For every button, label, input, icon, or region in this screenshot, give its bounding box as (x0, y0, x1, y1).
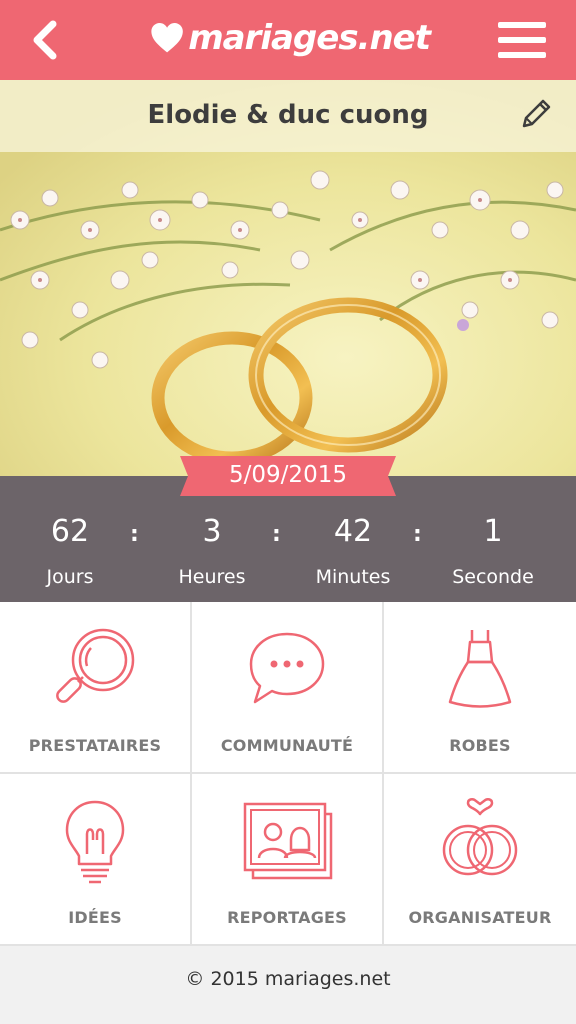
countdown-days-label: Jours (46, 566, 94, 588)
wedding-rings-icon (432, 794, 528, 890)
menu-tile-organisateur[interactable]: ORGANISATEUR (384, 774, 576, 946)
countdown-seconds-label: Seconde (452, 566, 534, 588)
countdown-separator: : (413, 522, 422, 547)
pencil-icon (522, 99, 551, 128)
countdown-hours: 3 Heures (142, 512, 282, 588)
menu-tile-reportages[interactable]: REPORTAGES (192, 774, 384, 946)
menu-tile-label: IDÉES (68, 908, 122, 927)
copyright-text: © 2015 mariages.net (185, 968, 391, 990)
countdown-minutes-value: 42 (333, 514, 373, 549)
edit-button[interactable] (518, 96, 554, 132)
menu-tile-label: ROBES (449, 736, 511, 755)
menu-tile-label: COMMUNAUTÉ (220, 736, 354, 755)
menu-tile-label: REPORTAGES (227, 908, 347, 927)
countdown-minutes-label: Minutes (315, 566, 391, 588)
couple-name: Elodie & duc cuong (147, 100, 429, 130)
menu-tile-label: ORGANISATEUR (408, 908, 552, 927)
photo-album-icon (239, 794, 335, 890)
chevron-left-icon (33, 20, 57, 60)
hero-photo: Elodie & duc cuong (0, 80, 576, 476)
chat-bubble-icon (239, 622, 335, 718)
wedding-date: 5/09/2015 (229, 462, 347, 488)
countdown-separator: : (272, 522, 281, 547)
lightbulb-icon (47, 794, 143, 890)
dress-icon (432, 622, 528, 718)
countdown-seconds: 1 Seconde (423, 512, 563, 588)
heart-icon (151, 22, 183, 53)
menu-tile-label: PRESTATAIRES (28, 736, 162, 755)
hamburger-menu-icon (498, 22, 546, 28)
couple-name-bar: Elodie & duc cuong (0, 80, 576, 152)
countdown-days-value: 62 (50, 514, 90, 549)
menu-tile-prestataires[interactable]: PRESTATAIRES (0, 602, 192, 774)
menu-tile-robes[interactable]: ROBES (384, 602, 576, 774)
countdown-hours-value: 3 (202, 514, 222, 549)
footer: © 2015 mariages.net (0, 946, 576, 1024)
menu-grid: PRESTATAIRES COMMUNAUTÉ ROBES IDÉES REPO… (0, 602, 576, 946)
back-button[interactable] (22, 16, 66, 64)
countdown-separator: : (130, 522, 139, 547)
countdown-hours-label: Heures (178, 566, 246, 588)
top-navigation-bar: mariages.net (0, 0, 576, 80)
menu-tile-idees[interactable]: IDÉES (0, 774, 192, 946)
wedding-date-ribbon: 5/09/2015 (180, 456, 396, 496)
countdown-minutes: 42 Minutes (283, 512, 423, 588)
logo-text: mariages.net (188, 18, 431, 58)
countdown-days: 62 Jours (0, 512, 140, 588)
menu-button[interactable] (498, 20, 546, 60)
brand-logo[interactable]: mariages.net (150, 8, 431, 68)
menu-tile-communaute[interactable]: COMMUNAUTÉ (192, 602, 384, 774)
magnifier-icon (47, 622, 143, 718)
countdown-seconds-value: 1 (483, 514, 503, 549)
